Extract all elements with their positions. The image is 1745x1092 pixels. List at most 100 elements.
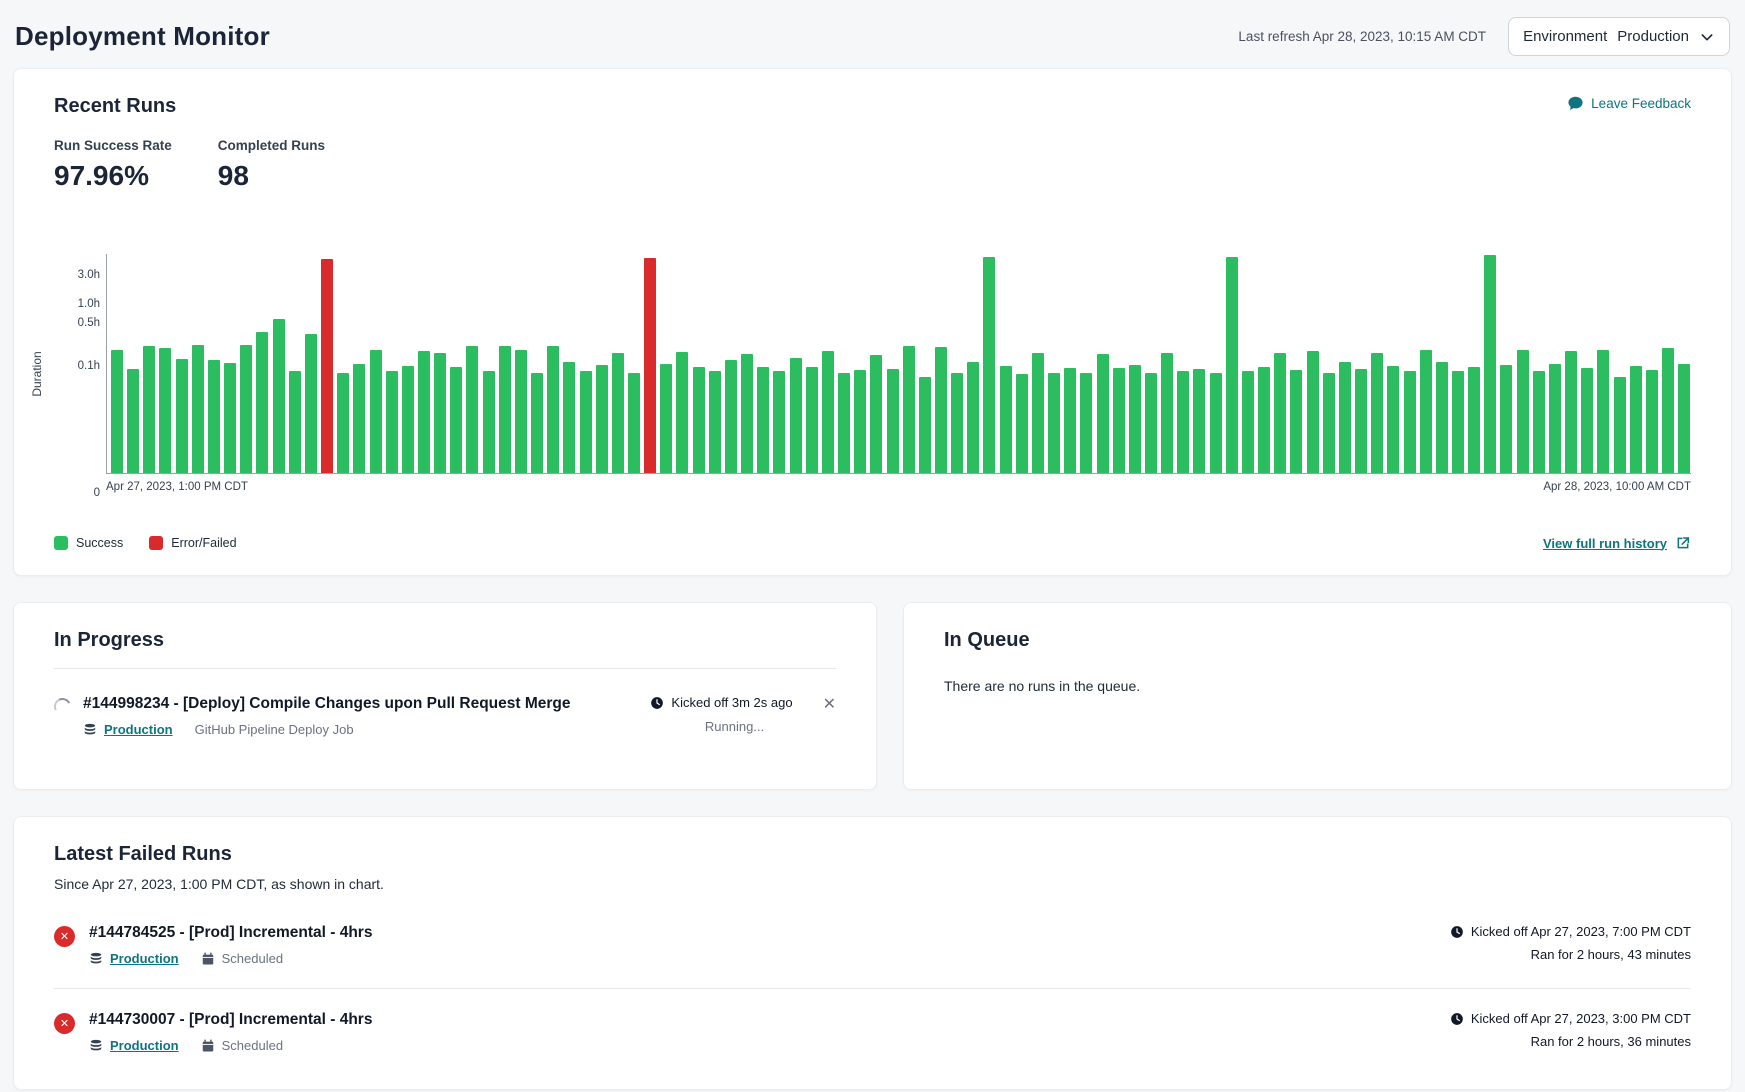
chart-bar-success[interactable]	[676, 352, 688, 473]
chart-bar-success[interactable]	[289, 371, 301, 473]
chart-bar-success[interactable]	[1581, 368, 1593, 473]
chart-bar-success[interactable]	[1614, 377, 1626, 474]
chart-bar-success[interactable]	[887, 369, 899, 473]
chart-bar-success[interactable]	[1210, 373, 1222, 473]
chart-bar-success[interactable]	[402, 366, 414, 473]
in-progress-environment-link[interactable]: Production	[104, 722, 173, 737]
failed-run-environment-link[interactable]: Production	[110, 1038, 179, 1053]
chart-bar-success[interactable]	[515, 350, 527, 473]
chart-bar-success[interactable]	[224, 363, 236, 474]
chart-bar-success[interactable]	[596, 365, 608, 474]
chart-bar-success[interactable]	[983, 257, 995, 473]
chart-bar-success[interactable]	[434, 353, 446, 473]
chart-bar-success[interactable]	[386, 371, 398, 473]
chart-bar-success[interactable]	[1258, 367, 1270, 473]
chart-bar-success[interactable]	[1113, 368, 1125, 473]
chart-bar-success[interactable]	[628, 373, 640, 473]
chart-bar-success[interactable]	[1678, 364, 1690, 474]
chart-bar-success[interactable]	[1371, 353, 1383, 473]
chart-bar-success[interactable]	[1290, 370, 1302, 473]
chart-bar-success[interactable]	[1274, 353, 1286, 473]
chart-bar-success[interactable]	[1177, 371, 1189, 474]
chart-bar-success[interactable]	[1468, 367, 1480, 473]
chart-bar-success[interactable]	[1452, 371, 1464, 473]
chart-bar-success[interactable]	[1420, 350, 1432, 473]
chart-bar-success[interactable]	[790, 358, 802, 474]
chart-bar-success[interactable]	[192, 345, 204, 473]
chart-bar-success[interactable]	[773, 371, 785, 473]
chart-bar-success[interactable]	[127, 369, 139, 473]
chart-bar-failed[interactable]	[321, 259, 333, 473]
chart-bar-success[interactable]	[1080, 373, 1092, 473]
chart-bar-success[interactable]	[1646, 370, 1658, 473]
chart-bar-success[interactable]	[499, 346, 511, 473]
close-icon[interactable]: ✕	[823, 697, 836, 713]
chart-bar-success[interactable]	[806, 367, 818, 473]
chart-bar-success[interactable]	[531, 373, 543, 473]
chart-bar-success[interactable]	[870, 355, 882, 473]
chart-bar-success[interactable]	[1000, 366, 1012, 473]
chart-bar-success[interactable]	[660, 364, 672, 474]
chart-bar-success[interactable]	[951, 373, 963, 473]
chart-bar-success[interactable]	[111, 350, 123, 473]
chart-bar-success[interactable]	[612, 353, 624, 473]
chart-bar-success[interactable]	[1032, 353, 1044, 473]
chart-bar-success[interactable]	[709, 371, 721, 474]
chart-bar-success[interactable]	[466, 346, 478, 473]
chart-bar-success[interactable]	[1339, 362, 1351, 473]
chart-bar-success[interactable]	[1404, 371, 1416, 474]
chart-bar-success[interactable]	[353, 364, 365, 473]
chart-bar-success[interactable]	[450, 367, 462, 473]
leave-feedback-link[interactable]: Leave Feedback	[1567, 95, 1691, 112]
chart-bar-success[interactable]	[1129, 365, 1141, 474]
chart-bar-success[interactable]	[580, 371, 592, 474]
chart-bar-success[interactable]	[903, 346, 915, 473]
chart-bar-success[interactable]	[176, 359, 188, 473]
chart-bar-success[interactable]	[1662, 348, 1674, 473]
chart-bar-success[interactable]	[967, 362, 979, 474]
chart-bar-success[interactable]	[159, 348, 171, 473]
chart-bar-success[interactable]	[337, 373, 349, 473]
chart-bar-success[interactable]	[1549, 364, 1561, 473]
chart-bar-success[interactable]	[273, 319, 285, 473]
chart-bar-success[interactable]	[1484, 255, 1496, 473]
chart-bar-success[interactable]	[1226, 257, 1238, 473]
view-full-run-history-link[interactable]: View full run history	[1543, 535, 1691, 551]
chart-bar-success[interactable]	[919, 377, 931, 473]
chart-bar-success[interactable]	[1145, 373, 1157, 473]
chart-bar-success[interactable]	[1355, 369, 1367, 473]
chart-bar-success[interactable]	[1630, 366, 1642, 473]
chart-bar-success[interactable]	[563, 362, 575, 473]
chart-bar-success[interactable]	[838, 373, 850, 473]
chart-bar-success[interactable]	[1500, 365, 1512, 474]
chart-bar-success[interactable]	[208, 360, 220, 473]
chart-bar-success[interactable]	[935, 347, 947, 473]
chart-bar-success[interactable]	[1193, 369, 1205, 473]
chart-bar-failed[interactable]	[644, 258, 656, 473]
chart-bar-success[interactable]	[370, 350, 382, 473]
chart-bar-success[interactable]	[1242, 371, 1254, 474]
chart-bar-success[interactable]	[1064, 368, 1076, 473]
chart-bar-success[interactable]	[1565, 351, 1577, 473]
chart-bar-success[interactable]	[1597, 350, 1609, 473]
chart-bar-success[interactable]	[143, 346, 155, 473]
chart-bar-success[interactable]	[1517, 350, 1529, 473]
chart-bar-success[interactable]	[757, 367, 769, 473]
chart-bar-success[interactable]	[1307, 351, 1319, 473]
chart-bar-success[interactable]	[305, 334, 317, 473]
failed-run-environment-link[interactable]: Production	[110, 951, 179, 966]
chart-bar-success[interactable]	[1016, 374, 1028, 473]
chart-bar-success[interactable]	[725, 360, 737, 473]
chart-bar-success[interactable]	[693, 367, 705, 473]
chart-bar-success[interactable]	[822, 351, 834, 473]
chart-bar-success[interactable]	[256, 332, 268, 473]
chart-bar-success[interactable]	[418, 351, 430, 473]
chart-bar-success[interactable]	[1323, 373, 1335, 473]
chart-bar-success[interactable]	[1533, 371, 1545, 473]
chart-bar-success[interactable]	[1048, 373, 1060, 473]
chart-bar-success[interactable]	[854, 370, 866, 473]
environment-dropdown[interactable]: Environment Production	[1508, 17, 1730, 56]
chart-bar-success[interactable]	[483, 371, 495, 473]
chart-bar-success[interactable]	[1097, 354, 1109, 473]
chart-bar-success[interactable]	[1387, 366, 1399, 473]
